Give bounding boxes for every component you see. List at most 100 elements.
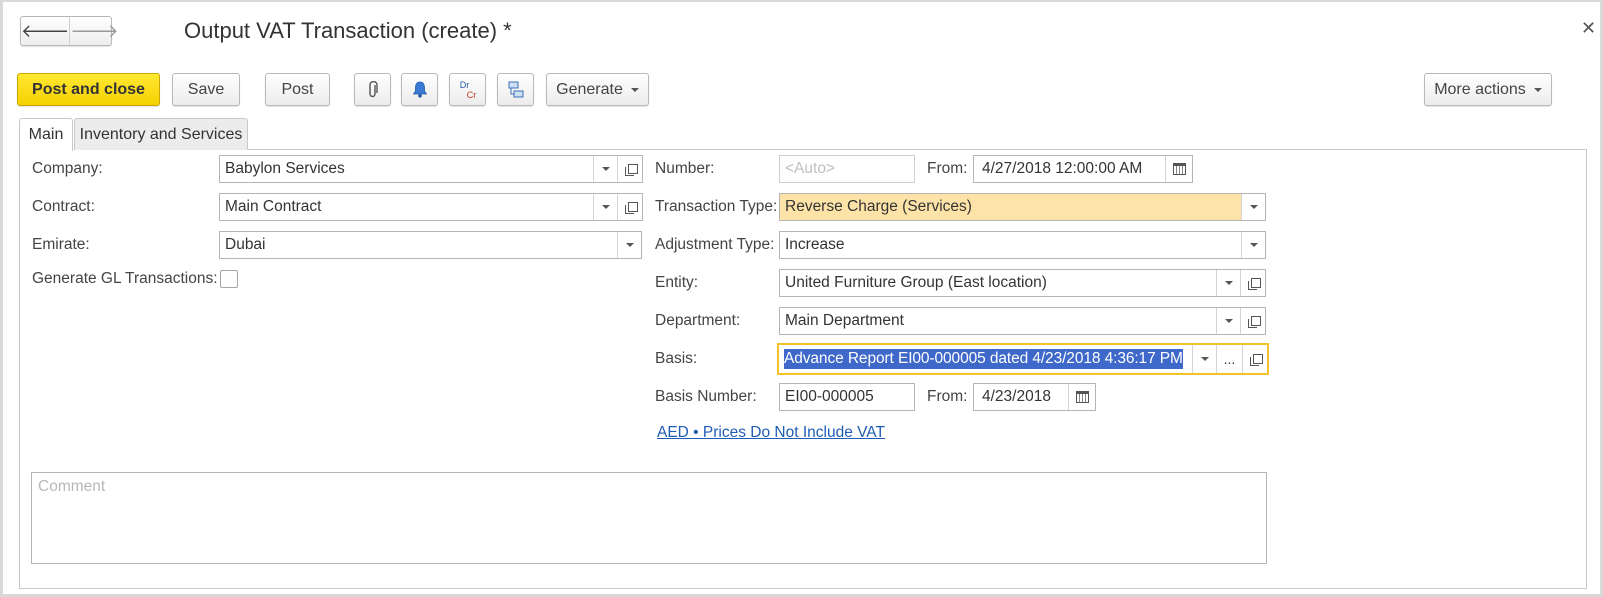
transaction-type-label: Transaction Type:: [655, 198, 778, 215]
reminder-button[interactable]: [401, 73, 438, 106]
entity-open[interactable]: [1240, 270, 1265, 296]
transaction-type-field[interactable]: Reverse Charge (Services): [779, 193, 1266, 221]
bell-icon: [412, 81, 427, 98]
chevron-down-icon: [601, 167, 610, 171]
contract-field[interactable]: Main Contract: [219, 193, 643, 221]
post-button[interactable]: Post: [265, 73, 330, 106]
chevron-down-icon: [1533, 87, 1542, 92]
chevron-down-icon: [1249, 243, 1258, 247]
adjustment-type-dropdown[interactable]: [1241, 232, 1265, 258]
emirate-value: Dubai: [225, 236, 266, 253]
save-button[interactable]: Save: [172, 73, 240, 106]
contract-open[interactable]: [617, 194, 642, 220]
adjustment-type-field[interactable]: Increase: [779, 231, 1266, 259]
forward-button[interactable]: 🡒: [69, 17, 119, 45]
nav-button-group: 🡐 🡒: [20, 16, 119, 46]
calendar-icon: [1075, 391, 1089, 403]
dr-label: Dr: [459, 79, 470, 90]
entity-value: United Furniture Group (East location): [785, 274, 1047, 291]
emirate-label: Emirate:: [32, 236, 90, 253]
chevron-down-icon: [625, 243, 634, 247]
structure-button[interactable]: [497, 73, 534, 106]
date-field[interactable]: 4/27/2018 12:00:00 AM: [973, 155, 1193, 183]
basis-number-label: Basis Number:: [655, 388, 757, 405]
entity-field[interactable]: United Furniture Group (East location): [779, 269, 1266, 297]
tab-main[interactable]: Main: [19, 118, 73, 151]
generate-gl-label: Generate GL Transactions:: [32, 270, 218, 287]
open-window-icon: [1249, 353, 1263, 366]
company-label: Company:: [32, 160, 103, 177]
document-structure-icon: [508, 81, 523, 97]
open-window-icon: [624, 163, 638, 176]
basis-label: Basis:: [655, 350, 698, 367]
cr-label: Cr: [466, 89, 477, 100]
number-placeholder: <Auto>: [785, 160, 835, 177]
basis-date-value: 4/23/2018: [982, 388, 1051, 405]
basis-date-calendar-button[interactable]: [1068, 384, 1095, 410]
more-actions-label: More actions: [1434, 80, 1526, 98]
page-title: Output VAT Transaction (create) *: [184, 18, 512, 43]
basis-field[interactable]: Advance Report EI00-000005 dated 4/23/20…: [777, 343, 1269, 375]
post-and-close-button[interactable]: Post and close: [17, 73, 160, 106]
basis-value-wrap: Advance Report EI00-000005 dated 4/23/20…: [779, 345, 1192, 373]
basis-number-value: EI00-000005: [785, 388, 874, 405]
calendar-icon: [1172, 163, 1186, 175]
company-value: Babylon Services: [225, 160, 345, 177]
basis-value: Advance Report EI00-000005 dated 4/23/20…: [784, 349, 1183, 369]
from-label: From:: [927, 160, 968, 177]
department-field[interactable]: Main Department: [779, 307, 1266, 335]
attach-button[interactable]: [354, 73, 391, 106]
adjustment-type-value: Increase: [785, 236, 845, 253]
number-field[interactable]: <Auto>: [779, 155, 915, 183]
chevron-down-icon: [1200, 357, 1209, 361]
transaction-type-dropdown[interactable]: [1241, 194, 1265, 220]
department-dropdown[interactable]: [1216, 308, 1240, 334]
more-actions-button[interactable]: More actions: [1424, 73, 1552, 106]
adjustment-type-label: Adjustment Type:: [655, 236, 775, 253]
paperclip-icon: [368, 80, 378, 97]
arrow-left-icon: 🡐: [21, 20, 70, 41]
basis-select-button[interactable]: ...: [1216, 345, 1242, 373]
number-label: Number:: [655, 160, 715, 177]
entity-dropdown[interactable]: [1216, 270, 1240, 296]
contract-label: Contract:: [32, 198, 95, 215]
chevron-down-icon: [630, 87, 639, 92]
company-field[interactable]: Babylon Services: [219, 155, 643, 183]
company-open[interactable]: [617, 156, 642, 182]
department-label: Department:: [655, 312, 741, 329]
chevron-down-icon: [1249, 205, 1258, 209]
basis-from-label: From:: [927, 388, 968, 405]
chevron-down-icon: [1224, 281, 1233, 285]
company-dropdown[interactable]: [593, 156, 617, 182]
entity-label: Entity:: [655, 274, 699, 291]
transaction-type-value: Reverse Charge (Services): [785, 198, 972, 215]
close-button[interactable]: ✕: [1581, 18, 1596, 39]
emirate-field[interactable]: Dubai: [219, 231, 642, 259]
comment-placeholder: Comment: [38, 478, 106, 495]
comment-textarea[interactable]: Comment: [31, 472, 1267, 564]
back-button[interactable]: 🡐: [21, 17, 69, 45]
emirate-dropdown[interactable]: [617, 232, 641, 258]
department-open[interactable]: [1240, 308, 1265, 334]
generate-gl-checkbox[interactable]: [220, 270, 238, 288]
generate-button[interactable]: Generate: [546, 73, 649, 106]
arrow-right-icon: 🡒: [70, 20, 119, 41]
currency-vat-link[interactable]: AED • Prices Do Not Include VAT: [657, 424, 885, 442]
open-window-icon: [1247, 315, 1261, 328]
date-value: 4/27/2018 12:00:00 AM: [982, 160, 1143, 177]
contract-value: Main Contract: [225, 198, 322, 215]
contract-dropdown[interactable]: [593, 194, 617, 220]
tab-inventory-and-services[interactable]: Inventory and Services: [74, 118, 248, 150]
chevron-down-icon: [1224, 319, 1233, 323]
open-window-icon: [624, 201, 638, 214]
basis-date-field[interactable]: 4/23/2018: [973, 383, 1096, 411]
open-window-icon: [1247, 277, 1261, 290]
dr-cr-button[interactable]: Dr Cr: [449, 73, 486, 106]
basis-open[interactable]: [1242, 345, 1267, 373]
basis-number-field[interactable]: EI00-000005: [779, 383, 915, 411]
department-value: Main Department: [785, 312, 904, 329]
chevron-down-icon: [601, 205, 610, 209]
date-calendar-button[interactable]: [1165, 156, 1192, 182]
basis-dropdown[interactable]: [1192, 345, 1216, 373]
close-icon: ✕: [1581, 18, 1597, 38]
